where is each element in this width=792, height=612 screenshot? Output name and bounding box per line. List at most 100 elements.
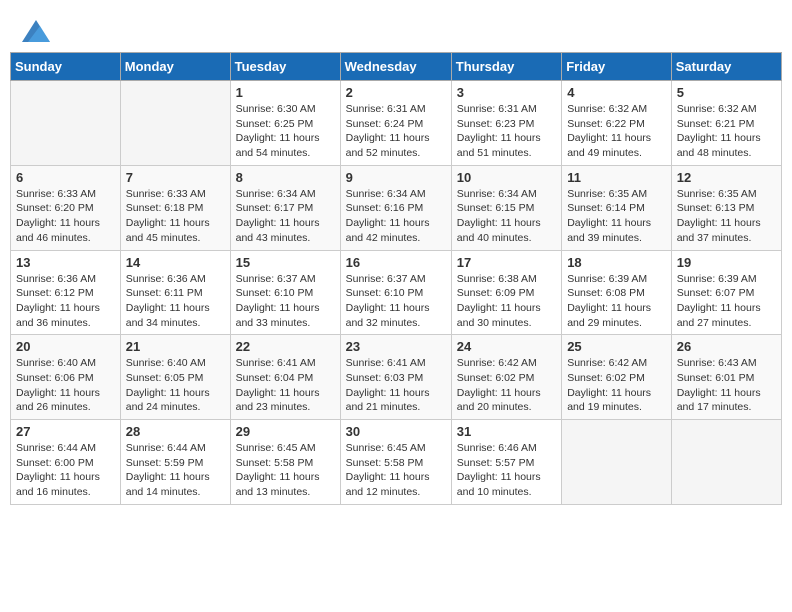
calendar-cell: 23Sunrise: 6:41 AMSunset: 6:03 PMDayligh… bbox=[340, 335, 451, 420]
calendar-cell: 17Sunrise: 6:38 AMSunset: 6:09 PMDayligh… bbox=[451, 250, 561, 335]
day-number: 28 bbox=[126, 424, 225, 439]
calendar-table: SundayMondayTuesdayWednesdayThursdayFrid… bbox=[10, 52, 782, 505]
calendar-cell: 9 Sunrise: 6:34 AMSunset: 6:16 PMDaylight… bbox=[340, 165, 451, 250]
calendar-cell: 10 Sunrise: 6:34 AMSunset: 6:15 PMDayligh… bbox=[451, 165, 561, 250]
day-number: 12 bbox=[677, 170, 776, 185]
calendar-row-2: 6 Sunrise: 6:33 AMSunset: 6:20 PMDaylight… bbox=[11, 165, 782, 250]
day-number: 24 bbox=[457, 339, 556, 354]
cell-info: Sunrise: 6:42 AMSunset: 6:02 PMDaylight:… bbox=[567, 356, 666, 415]
day-number: 5 bbox=[677, 85, 776, 100]
day-number: 16 bbox=[346, 255, 446, 270]
cell-info: Sunrise: 6:40 AMSunset: 6:05 PMDaylight:… bbox=[126, 356, 225, 415]
calendar-cell: 3 Sunrise: 6:31 AMSunset: 6:23 PMDaylight… bbox=[451, 81, 561, 166]
day-number: 31 bbox=[457, 424, 556, 439]
cell-info: Sunrise: 6:32 AMSunset: 6:22 PMDaylight:… bbox=[567, 102, 666, 161]
calendar-cell: 12 Sunrise: 6:35 AMSunset: 6:13 PMDayligh… bbox=[671, 165, 781, 250]
day-number: 26 bbox=[677, 339, 776, 354]
calendar-cell: 24 Sunrise: 6:42 AMSunset: 6:02 PMDayligh… bbox=[451, 335, 561, 420]
calendar-cell: 7 Sunrise: 6:33 AMSunset: 6:18 PMDaylight… bbox=[120, 165, 230, 250]
day-number: 27 bbox=[16, 424, 115, 439]
cell-info: Sunrise: 6:34 AMSunset: 6:15 PMDaylight:… bbox=[457, 187, 556, 246]
calendar-cell: 29Sunrise: 6:45 AMSunset: 5:58 PMDayligh… bbox=[230, 420, 340, 505]
cell-info: Sunrise: 6:33 AMSunset: 6:20 PMDaylight:… bbox=[16, 187, 115, 246]
day-number: 10 bbox=[457, 170, 556, 185]
page-header bbox=[10, 10, 782, 47]
header-saturday: Saturday bbox=[671, 53, 781, 81]
calendar-row-1: 1 Sunrise: 6:30 AMSunset: 6:25 PMDaylight… bbox=[11, 81, 782, 166]
header-friday: Friday bbox=[562, 53, 672, 81]
calendar-cell: 22 Sunrise: 6:41 AMSunset: 6:04 PMDayligh… bbox=[230, 335, 340, 420]
day-number: 13 bbox=[16, 255, 115, 270]
cell-info: Sunrise: 6:30 AMSunset: 6:25 PMDaylight:… bbox=[236, 102, 335, 161]
cell-info: Sunrise: 6:42 AMSunset: 6:02 PMDaylight:… bbox=[457, 356, 556, 415]
day-number: 3 bbox=[457, 85, 556, 100]
day-number: 25 bbox=[567, 339, 666, 354]
header-wednesday: Wednesday bbox=[340, 53, 451, 81]
calendar-header-row: SundayMondayTuesdayWednesdayThursdayFrid… bbox=[11, 53, 782, 81]
calendar-cell: 16 Sunrise: 6:37 AMSunset: 6:10 PMDayligh… bbox=[340, 250, 451, 335]
cell-info: Sunrise: 6:39 AMSunset: 6:08 PMDaylight:… bbox=[567, 272, 666, 331]
calendar-cell: 4 Sunrise: 6:32 AMSunset: 6:22 PMDaylight… bbox=[562, 81, 672, 166]
day-number: 18 bbox=[567, 255, 666, 270]
day-number: 4 bbox=[567, 85, 666, 100]
cell-info: Sunrise: 6:34 AMSunset: 6:17 PMDaylight:… bbox=[236, 187, 335, 246]
cell-info: Sunrise: 6:31 AMSunset: 6:24 PMDaylight:… bbox=[346, 102, 446, 161]
calendar-cell: 19Sunrise: 6:39 AMSunset: 6:07 PMDayligh… bbox=[671, 250, 781, 335]
calendar-cell: 27 Sunrise: 6:44 AMSunset: 6:00 PMDayligh… bbox=[11, 420, 121, 505]
cell-info: Sunrise: 6:39 AMSunset: 6:07 PMDaylight:… bbox=[677, 272, 776, 331]
day-number: 15 bbox=[236, 255, 335, 270]
calendar-cell: 2Sunrise: 6:31 AMSunset: 6:24 PMDaylight… bbox=[340, 81, 451, 166]
calendar-cell bbox=[11, 81, 121, 166]
calendar-cell: 13 Sunrise: 6:36 AMSunset: 6:12 PMDayligh… bbox=[11, 250, 121, 335]
logo bbox=[20, 20, 50, 42]
cell-info: Sunrise: 6:44 AMSunset: 6:00 PMDaylight:… bbox=[16, 441, 115, 500]
day-number: 7 bbox=[126, 170, 225, 185]
cell-info: Sunrise: 6:36 AMSunset: 6:12 PMDaylight:… bbox=[16, 272, 115, 331]
header-thursday: Thursday bbox=[451, 53, 561, 81]
day-number: 14 bbox=[126, 255, 225, 270]
cell-info: Sunrise: 6:45 AMSunset: 5:58 PMDaylight:… bbox=[346, 441, 446, 500]
calendar-row-5: 27 Sunrise: 6:44 AMSunset: 6:00 PMDayligh… bbox=[11, 420, 782, 505]
day-number: 22 bbox=[236, 339, 335, 354]
cell-info: Sunrise: 6:37 AMSunset: 6:10 PMDaylight:… bbox=[346, 272, 446, 331]
calendar-cell: 31 Sunrise: 6:46 AMSunset: 5:57 PMDayligh… bbox=[451, 420, 561, 505]
cell-info: Sunrise: 6:40 AMSunset: 6:06 PMDaylight:… bbox=[16, 356, 115, 415]
day-number: 1 bbox=[236, 85, 335, 100]
cell-info: Sunrise: 6:36 AMSunset: 6:11 PMDaylight:… bbox=[126, 272, 225, 331]
cell-info: Sunrise: 6:46 AMSunset: 5:57 PMDaylight:… bbox=[457, 441, 556, 500]
cell-info: Sunrise: 6:37 AMSunset: 6:10 PMDaylight:… bbox=[236, 272, 335, 331]
cell-info: Sunrise: 6:41 AMSunset: 6:04 PMDaylight:… bbox=[236, 356, 335, 415]
calendar-cell: 11Sunrise: 6:35 AMSunset: 6:14 PMDayligh… bbox=[562, 165, 672, 250]
cell-info: Sunrise: 6:35 AMSunset: 6:14 PMDaylight:… bbox=[567, 187, 666, 246]
day-number: 20 bbox=[16, 339, 115, 354]
cell-info: Sunrise: 6:38 AMSunset: 6:09 PMDaylight:… bbox=[457, 272, 556, 331]
calendar-row-4: 20 Sunrise: 6:40 AMSunset: 6:06 PMDayligh… bbox=[11, 335, 782, 420]
day-number: 21 bbox=[126, 339, 225, 354]
cell-info: Sunrise: 6:45 AMSunset: 5:58 PMDaylight:… bbox=[236, 441, 335, 500]
cell-info: Sunrise: 6:43 AMSunset: 6:01 PMDaylight:… bbox=[677, 356, 776, 415]
header-tuesday: Tuesday bbox=[230, 53, 340, 81]
calendar-cell: 26 Sunrise: 6:43 AMSunset: 6:01 PMDayligh… bbox=[671, 335, 781, 420]
header-monday: Monday bbox=[120, 53, 230, 81]
calendar-cell: 20 Sunrise: 6:40 AMSunset: 6:06 PMDayligh… bbox=[11, 335, 121, 420]
day-number: 6 bbox=[16, 170, 115, 185]
calendar-cell: 15 Sunrise: 6:37 AMSunset: 6:10 PMDayligh… bbox=[230, 250, 340, 335]
calendar-cell: 6 Sunrise: 6:33 AMSunset: 6:20 PMDaylight… bbox=[11, 165, 121, 250]
logo-icon bbox=[22, 20, 50, 42]
day-number: 8 bbox=[236, 170, 335, 185]
calendar-cell: 21 Sunrise: 6:40 AMSunset: 6:05 PMDayligh… bbox=[120, 335, 230, 420]
day-number: 23 bbox=[346, 339, 446, 354]
day-number: 9 bbox=[346, 170, 446, 185]
calendar-cell: 30 Sunrise: 6:45 AMSunset: 5:58 PMDayligh… bbox=[340, 420, 451, 505]
calendar-cell bbox=[120, 81, 230, 166]
calendar-cell: 28 Sunrise: 6:44 AMSunset: 5:59 PMDayligh… bbox=[120, 420, 230, 505]
cell-info: Sunrise: 6:34 AMSunset: 6:16 PMDaylight:… bbox=[346, 187, 446, 246]
calendar-cell: 8 Sunrise: 6:34 AMSunset: 6:17 PMDaylight… bbox=[230, 165, 340, 250]
cell-info: Sunrise: 6:35 AMSunset: 6:13 PMDaylight:… bbox=[677, 187, 776, 246]
day-number: 30 bbox=[346, 424, 446, 439]
calendar-cell bbox=[562, 420, 672, 505]
cell-info: Sunrise: 6:44 AMSunset: 5:59 PMDaylight:… bbox=[126, 441, 225, 500]
cell-info: Sunrise: 6:32 AMSunset: 6:21 PMDaylight:… bbox=[677, 102, 776, 161]
cell-info: Sunrise: 6:31 AMSunset: 6:23 PMDaylight:… bbox=[457, 102, 556, 161]
cell-info: Sunrise: 6:33 AMSunset: 6:18 PMDaylight:… bbox=[126, 187, 225, 246]
